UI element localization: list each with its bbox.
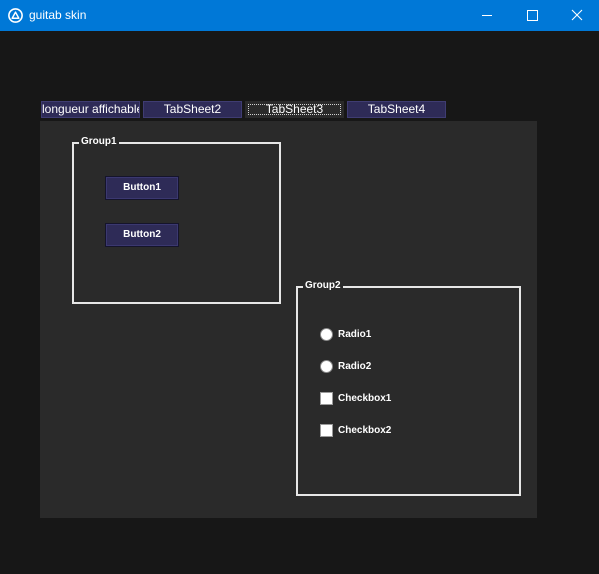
radio1-label: Radio1 (338, 329, 372, 340)
tab-page: Group1 Button1 Button2 Group2 Radio1 Rad… (40, 121, 537, 518)
tab-longueur-affichable[interactable]: longueur affichable (41, 101, 140, 118)
close-icon (571, 9, 583, 21)
minimize-button[interactable] (464, 0, 510, 31)
tab-tabsheet4[interactable]: TabSheet4 (347, 101, 446, 118)
button2[interactable]: Button2 (105, 223, 179, 247)
app-logo-icon (8, 8, 23, 23)
group2-box: Group2 Radio1 Radio2 Checkbox1 Checkbox2 (296, 279, 521, 496)
radio2-button[interactable] (320, 360, 333, 373)
checkbox1-label: Checkbox1 (338, 393, 392, 404)
group1-box: Group1 Button1 Button2 (72, 135, 281, 304)
maximize-button[interactable] (509, 0, 555, 31)
radio1-button[interactable] (320, 328, 333, 341)
tab-tabsheet3-label: TabSheet3 (265, 102, 324, 116)
app-window: guitab skin longueur affichable TabSheet… (0, 0, 599, 574)
checkbox2-label: Checkbox2 (338, 425, 392, 436)
title-bar[interactable]: guitab skin (0, 0, 599, 31)
maximize-icon (527, 10, 538, 21)
window-title: guitab skin (29, 8, 87, 22)
group1-title: Group1 (79, 135, 119, 149)
tab-tabsheet2[interactable]: TabSheet2 (143, 101, 242, 118)
minimize-icon (482, 15, 492, 16)
tab-tabsheet3[interactable]: TabSheet3 (245, 101, 344, 118)
button1[interactable]: Button1 (105, 176, 179, 200)
close-button[interactable] (554, 0, 599, 31)
group2-title: Group2 (303, 279, 343, 293)
checkbox1-box[interactable] (320, 392, 333, 405)
radio2-label: Radio2 (338, 361, 372, 372)
checkbox2-box[interactable] (320, 424, 333, 437)
